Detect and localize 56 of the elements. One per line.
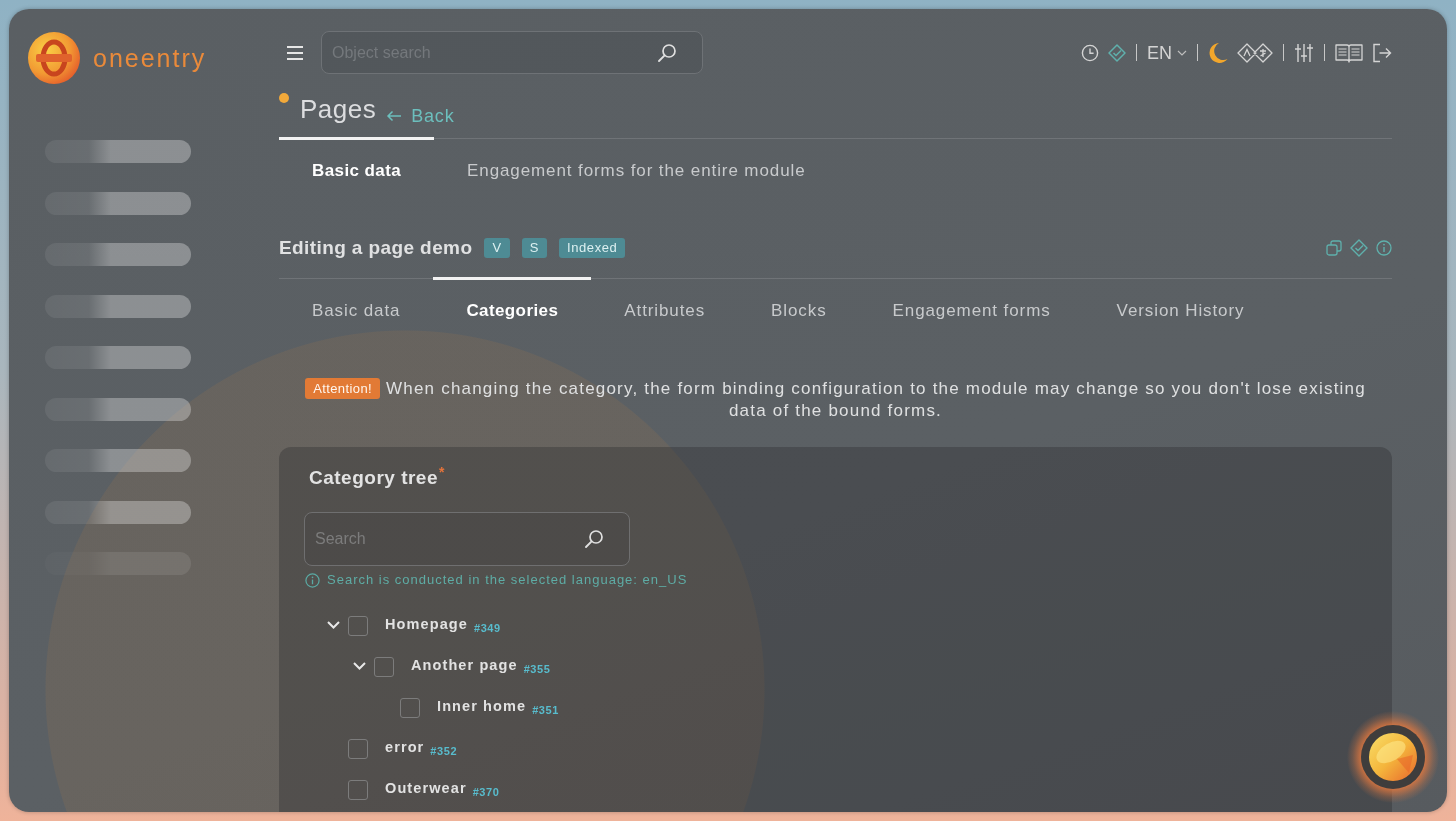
sliders-icon[interactable] bbox=[1294, 42, 1314, 63]
diamond-check-icon[interactable] bbox=[1108, 43, 1126, 62]
category-name[interactable]: Homepage bbox=[385, 616, 468, 632]
attention-badge: Attention! bbox=[305, 378, 381, 399]
clock-icon[interactable] bbox=[1081, 43, 1099, 62]
category-id: #351 bbox=[532, 704, 560, 716]
tab[interactable]: Attributes bbox=[591, 277, 739, 344]
notice-text: When changing the category, the form binding configuration to the module may change so you don't lose existing data of the bound forms. bbox=[386, 379, 1366, 420]
info-icon bbox=[305, 572, 320, 588]
diamond-check-icon[interactable] bbox=[1350, 239, 1368, 257]
checkbox[interactable] bbox=[400, 698, 420, 718]
category-name[interactable]: Another page bbox=[411, 657, 518, 673]
orb-icon bbox=[1361, 725, 1425, 789]
category-id: #355 bbox=[523, 663, 551, 675]
chevron-down-icon bbox=[1177, 49, 1187, 56]
status-dot-icon bbox=[279, 93, 289, 103]
tab[interactable]: Basic data bbox=[279, 137, 435, 204]
exit-arrow-icon[interactable] bbox=[1372, 42, 1392, 63]
category-name[interactable]: Inner home bbox=[437, 698, 527, 714]
category-id: #352 bbox=[430, 745, 458, 757]
status-badge: Indexed bbox=[558, 238, 626, 258]
back-link[interactable]: Back bbox=[386, 105, 455, 127]
tab[interactable]: Engagement forms bbox=[859, 277, 1084, 344]
editor-title: Editing a page demo bbox=[279, 237, 473, 259]
checkbox[interactable] bbox=[374, 657, 394, 677]
copy-icon[interactable] bbox=[1326, 240, 1342, 256]
hint-text: Search is conducted in the selected language: en_US bbox=[327, 572, 688, 588]
category-id: #370 bbox=[472, 786, 500, 798]
category-id: #349 bbox=[473, 622, 501, 634]
checkbox[interactable] bbox=[348, 739, 368, 759]
checkbox[interactable] bbox=[348, 780, 368, 800]
tab[interactable]: Blocks bbox=[738, 277, 860, 344]
logo-text: oneentry bbox=[93, 44, 207, 72]
chevron-down-icon[interactable] bbox=[327, 620, 340, 629]
tab[interactable]: Version History bbox=[1083, 277, 1278, 344]
menu-icon[interactable] bbox=[287, 45, 303, 60]
search-icon[interactable] bbox=[657, 43, 677, 63]
logo-icon[interactable] bbox=[28, 32, 80, 84]
search-icon[interactable] bbox=[584, 529, 604, 549]
category-name[interactable]: Outerwear bbox=[385, 780, 467, 796]
double-diamond-icon[interactable] bbox=[1237, 42, 1273, 63]
status-badge: V bbox=[484, 238, 510, 258]
status-badge: S bbox=[521, 238, 547, 258]
category-name[interactable]: error bbox=[385, 739, 425, 755]
category-tree-title: Category tree$^{*}$ bbox=[309, 467, 445, 489]
book-icon[interactable] bbox=[1335, 42, 1363, 63]
tab[interactable]: Engagement forms for the entire module bbox=[434, 137, 839, 204]
moon-icon[interactable] bbox=[1208, 41, 1228, 64]
language-selector[interactable]: EN bbox=[1147, 41, 1187, 64]
page-title: Pages bbox=[300, 94, 377, 124]
arrow-left-icon bbox=[386, 110, 403, 122]
checkbox[interactable] bbox=[348, 616, 368, 636]
chevron-down-icon[interactable] bbox=[353, 661, 366, 670]
tab[interactable]: Categories bbox=[433, 277, 592, 344]
tab[interactable]: Basic data bbox=[279, 277, 434, 344]
info-icon[interactable] bbox=[1376, 240, 1392, 256]
